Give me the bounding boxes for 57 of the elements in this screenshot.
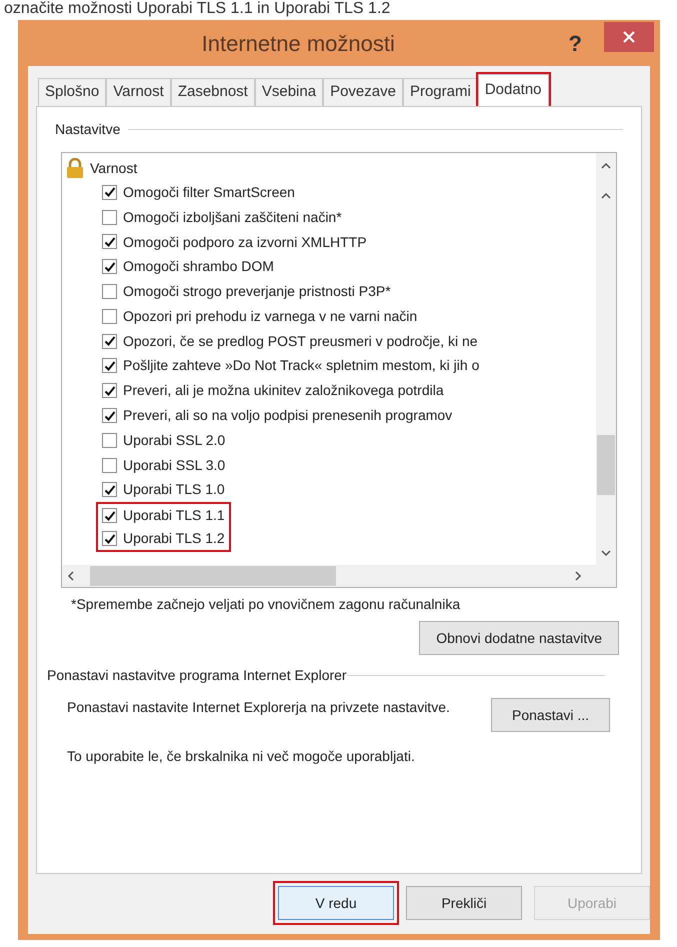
setting-row[interactable]: Pošljite zahteve »Do Not Track« spletnim mestom, ki jih o <box>96 354 486 378</box>
caption-text: označite možnosti Uporabi TLS 1.1 in Uporabi TLS 1.2 <box>3 0 392 19</box>
dialog-button[interactable]: V redu <box>278 886 394 920</box>
reset-hint: To uporabite le, če brskalnika ni več mogoče uporabljati. <box>67 747 416 766</box>
checkbox[interactable] <box>102 259 117 274</box>
setting-row[interactable]: Uporabi SSL 3.0 <box>96 452 232 478</box>
checkbox[interactable] <box>102 284 117 300</box>
padlock-icon <box>66 158 84 178</box>
reset-legend: Ponastavi nastavitve programa Internet Explorer <box>47 665 347 686</box>
setting-row[interactable]: Preveri, ali so na voljo podpisi prenesenih programov <box>96 403 458 428</box>
checkbox[interactable] <box>102 531 117 546</box>
restart-note: *Spremembe začnejo veljati po vnovičnem zagonu računalnika <box>71 595 462 614</box>
checkbox[interactable] <box>102 210 117 225</box>
setting-row[interactable]: Opozori pri prehodu iz varnega v ne varni način <box>96 304 424 329</box>
tab[interactable]: Programi <box>402 78 478 106</box>
checkbox[interactable] <box>102 482 117 498</box>
checkbox[interactable] <box>102 432 117 448</box>
tab[interactable]: Dodatno <box>478 74 549 106</box>
checkbox[interactable] <box>102 458 117 473</box>
checkbox[interactable] <box>102 383 117 398</box>
window-title: Internetne možnosti <box>202 30 395 58</box>
setting-row[interactable]: Preveri, ali je možna ukinitev založnikovega potrdila <box>96 378 450 404</box>
scrollbar-thumb[interactable] <box>597 435 615 495</box>
tab[interactable]: Zasebnost <box>170 78 255 106</box>
setting-row[interactable]: Uporabi TLS 1.1 <box>96 502 231 528</box>
setting-row[interactable]: Opozori, če se predlog POST preusmeri v področje, ki ne <box>96 328 484 354</box>
setting-row[interactable]: Uporabi TLS 1.2 <box>96 527 231 552</box>
tab[interactable]: Varnost <box>106 78 171 106</box>
checkbox[interactable] <box>102 408 117 424</box>
setting-row[interactable]: Omogoči strogo preverjanje pristnosti P3P* <box>96 279 397 304</box>
group-label: Varnost <box>90 158 138 178</box>
horizontal-scrollbar[interactable] <box>62 565 616 587</box>
setting-row[interactable]: Uporabi TLS 1.0 <box>96 478 231 502</box>
settings-legend: Nastavitve <box>55 119 120 140</box>
tab[interactable]: Splošno <box>38 78 106 106</box>
restore-defaults-button[interactable]: Obnovi dodatne nastavitve <box>419 621 619 655</box>
checkbox[interactable] <box>102 334 117 349</box>
setting-row[interactable]: Omogoči shrambo DOM <box>96 254 280 280</box>
checkbox[interactable] <box>102 308 117 324</box>
tab[interactable]: Vsebina <box>254 78 324 106</box>
checkbox[interactable] <box>102 508 117 524</box>
tab[interactable]: Povezave <box>323 78 403 106</box>
close-button[interactable] <box>604 22 654 52</box>
vertical-scrollbar[interactable] <box>596 153 616 565</box>
scrollbar-thumb[interactable] <box>90 566 336 586</box>
setting-row[interactable]: Omogoči izboljšani zaščiteni način* <box>96 204 348 230</box>
dialog-button[interactable]: Prekliči <box>406 886 522 920</box>
checkbox[interactable] <box>102 358 117 374</box>
setting-row[interactable]: Omogoči filter SmartScreen <box>96 180 301 205</box>
checkbox[interactable] <box>102 234 117 250</box>
close-icon <box>623 31 635 43</box>
reset-description: Ponastavi nastavite Internet Explorerja na privzete nastavitve. <box>67 698 451 717</box>
setting-row[interactable]: Uporabi SSL 2.0 <box>96 428 232 453</box>
help-button[interactable]: ? <box>568 26 582 60</box>
reset-button[interactable]: Ponastavi ... <box>491 698 610 732</box>
setting-row[interactable]: Omogoči podporo za izvorni XMLHTTP <box>96 230 373 254</box>
checkbox[interactable] <box>102 184 117 200</box>
